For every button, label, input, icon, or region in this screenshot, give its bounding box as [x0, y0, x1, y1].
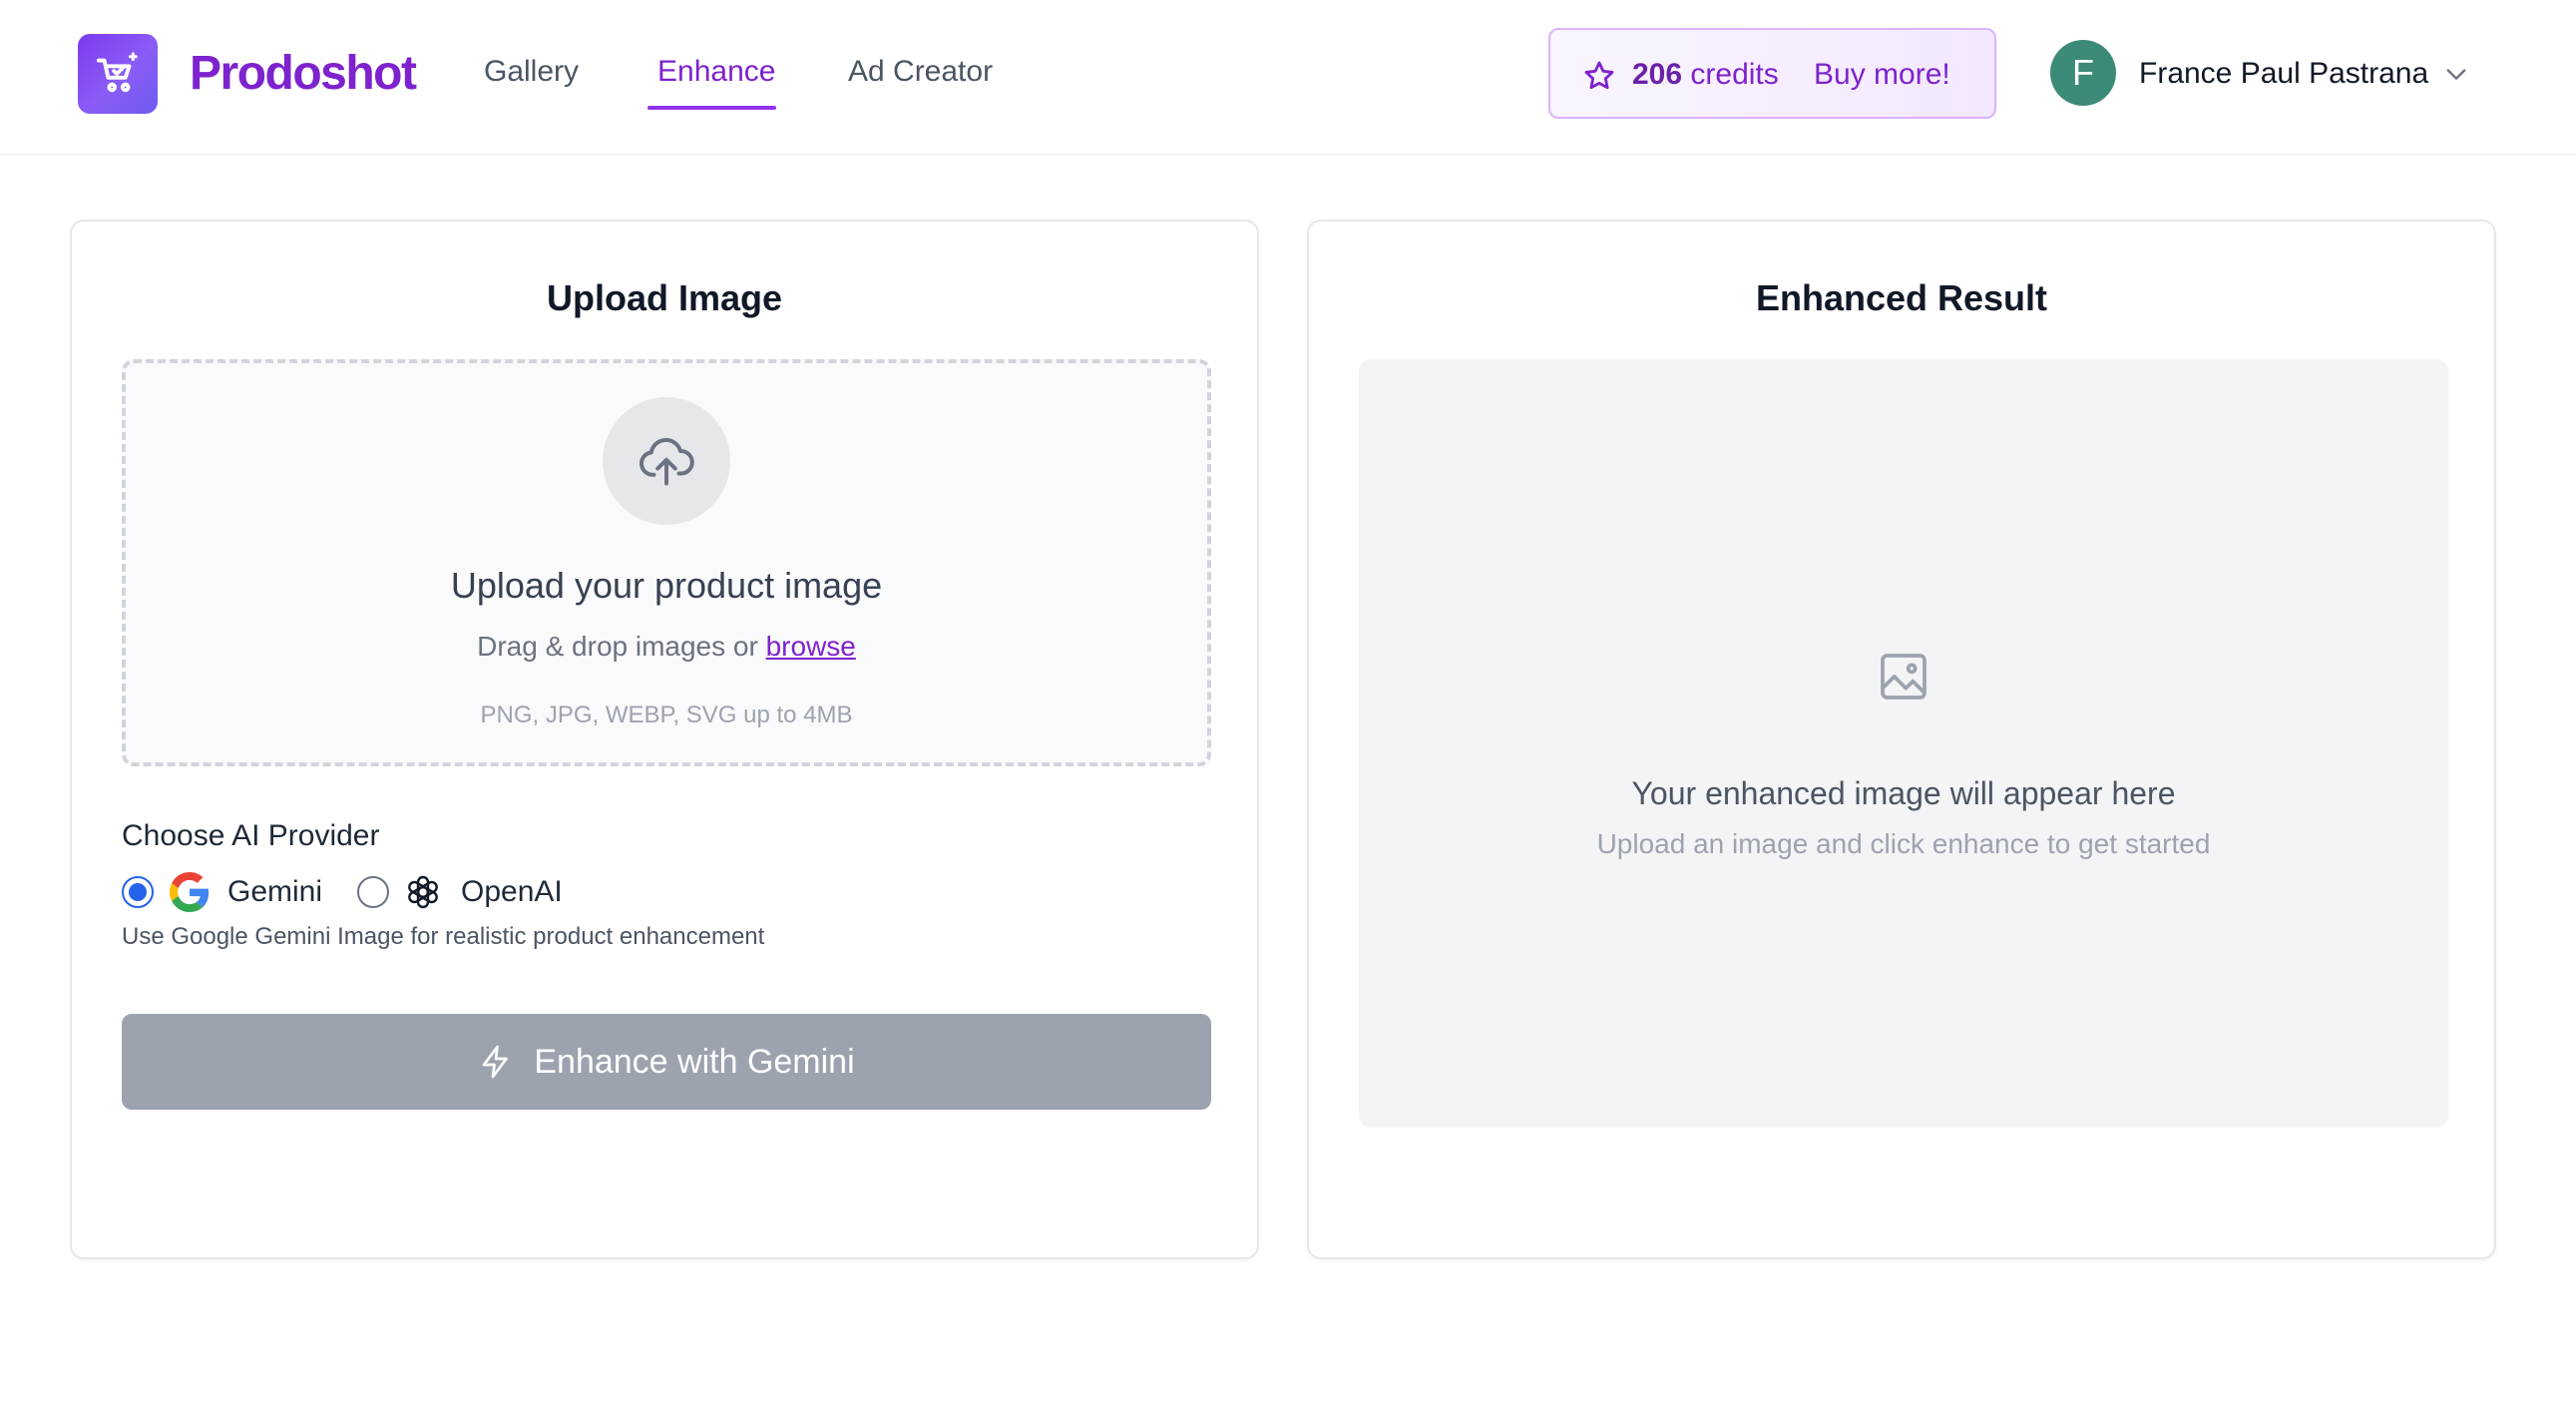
gemini-label[interactable]: Gemini	[227, 870, 322, 914]
image-icon	[1881, 654, 1927, 700]
avatar[interactable]: F	[2050, 40, 2116, 106]
nav-enhance[interactable]: Enhance	[657, 50, 775, 94]
openai-label[interactable]: OpenAI	[461, 870, 563, 914]
top-header: Prodoshot Gallery Enhance Ad Creator 206…	[0, 0, 2576, 156]
openai-icon	[408, 875, 438, 909]
app-name[interactable]: Prodoshot	[190, 42, 417, 106]
browse-link[interactable]: browse	[766, 631, 856, 662]
provider-radio-group: Gemini OpenAI	[122, 868, 720, 916]
result-preview-area: Your enhanced image will appear here Upl…	[1359, 359, 2448, 1128]
nav-ad-creator[interactable]: Ad Creator	[848, 50, 993, 94]
credits-panel: 206 credits Buy more!	[1548, 28, 1996, 119]
cloud-upload-icon	[640, 437, 694, 486]
upload-card: Upload Image Upload your product image D…	[70, 220, 1259, 1259]
result-placeholder-title: Your enhanced image will appear here	[1631, 775, 2176, 811]
upload-dropzone[interactable]: Upload your product image Drag & drop im…	[122, 359, 1211, 766]
result-card-title: Enhanced Result	[1755, 277, 2048, 318]
openai-radio[interactable]	[357, 876, 389, 908]
dropzone-title: Upload your product image	[450, 565, 883, 606]
user-name[interactable]: France Paul Pastrana	[2139, 52, 2428, 96]
enhance-button-label: Enhance with Gemini	[534, 1042, 855, 1081]
upload-icon-circle	[603, 397, 730, 525]
nav-gallery[interactable]: Gallery	[484, 50, 579, 94]
chevron-down-icon[interactable]	[2442, 60, 2470, 88]
gemini-radio[interactable]	[122, 876, 154, 908]
lightning-icon	[483, 1045, 509, 1079]
dropzone-instructions: Drag & drop images or	[477, 631, 758, 662]
nav-active-indicator	[647, 106, 776, 110]
dropzone-subtitle: Drag & drop images or browse	[126, 627, 1207, 667]
upload-card-title: Upload Image	[546, 277, 783, 318]
google-icon	[170, 872, 210, 912]
result-card: Enhanced Result Your enhanced image will…	[1307, 220, 2496, 1259]
credits-number: 206	[1632, 58, 1683, 91]
credits-count: 206 credits	[1632, 53, 1779, 97]
app-logo[interactable]	[78, 34, 158, 114]
buy-more-link[interactable]: Buy more!	[1814, 53, 1950, 97]
shopping-cart-sparkle-icon	[96, 52, 138, 93]
result-placeholder-subtitle: Upload an image and click enhance to get…	[1596, 828, 2211, 859]
credits-unit: credits	[1690, 58, 1779, 91]
star-icon	[1584, 61, 1614, 90]
provider-label: Choose AI Provider	[122, 819, 380, 852]
accepted-formats: PNG, JPG, WEBP, SVG up to 4MB	[480, 702, 853, 728]
provider-hint: Use Google Gemini Image for realistic pr…	[122, 923, 765, 950]
enhance-button[interactable]: Enhance with Gemini	[122, 1014, 1211, 1110]
